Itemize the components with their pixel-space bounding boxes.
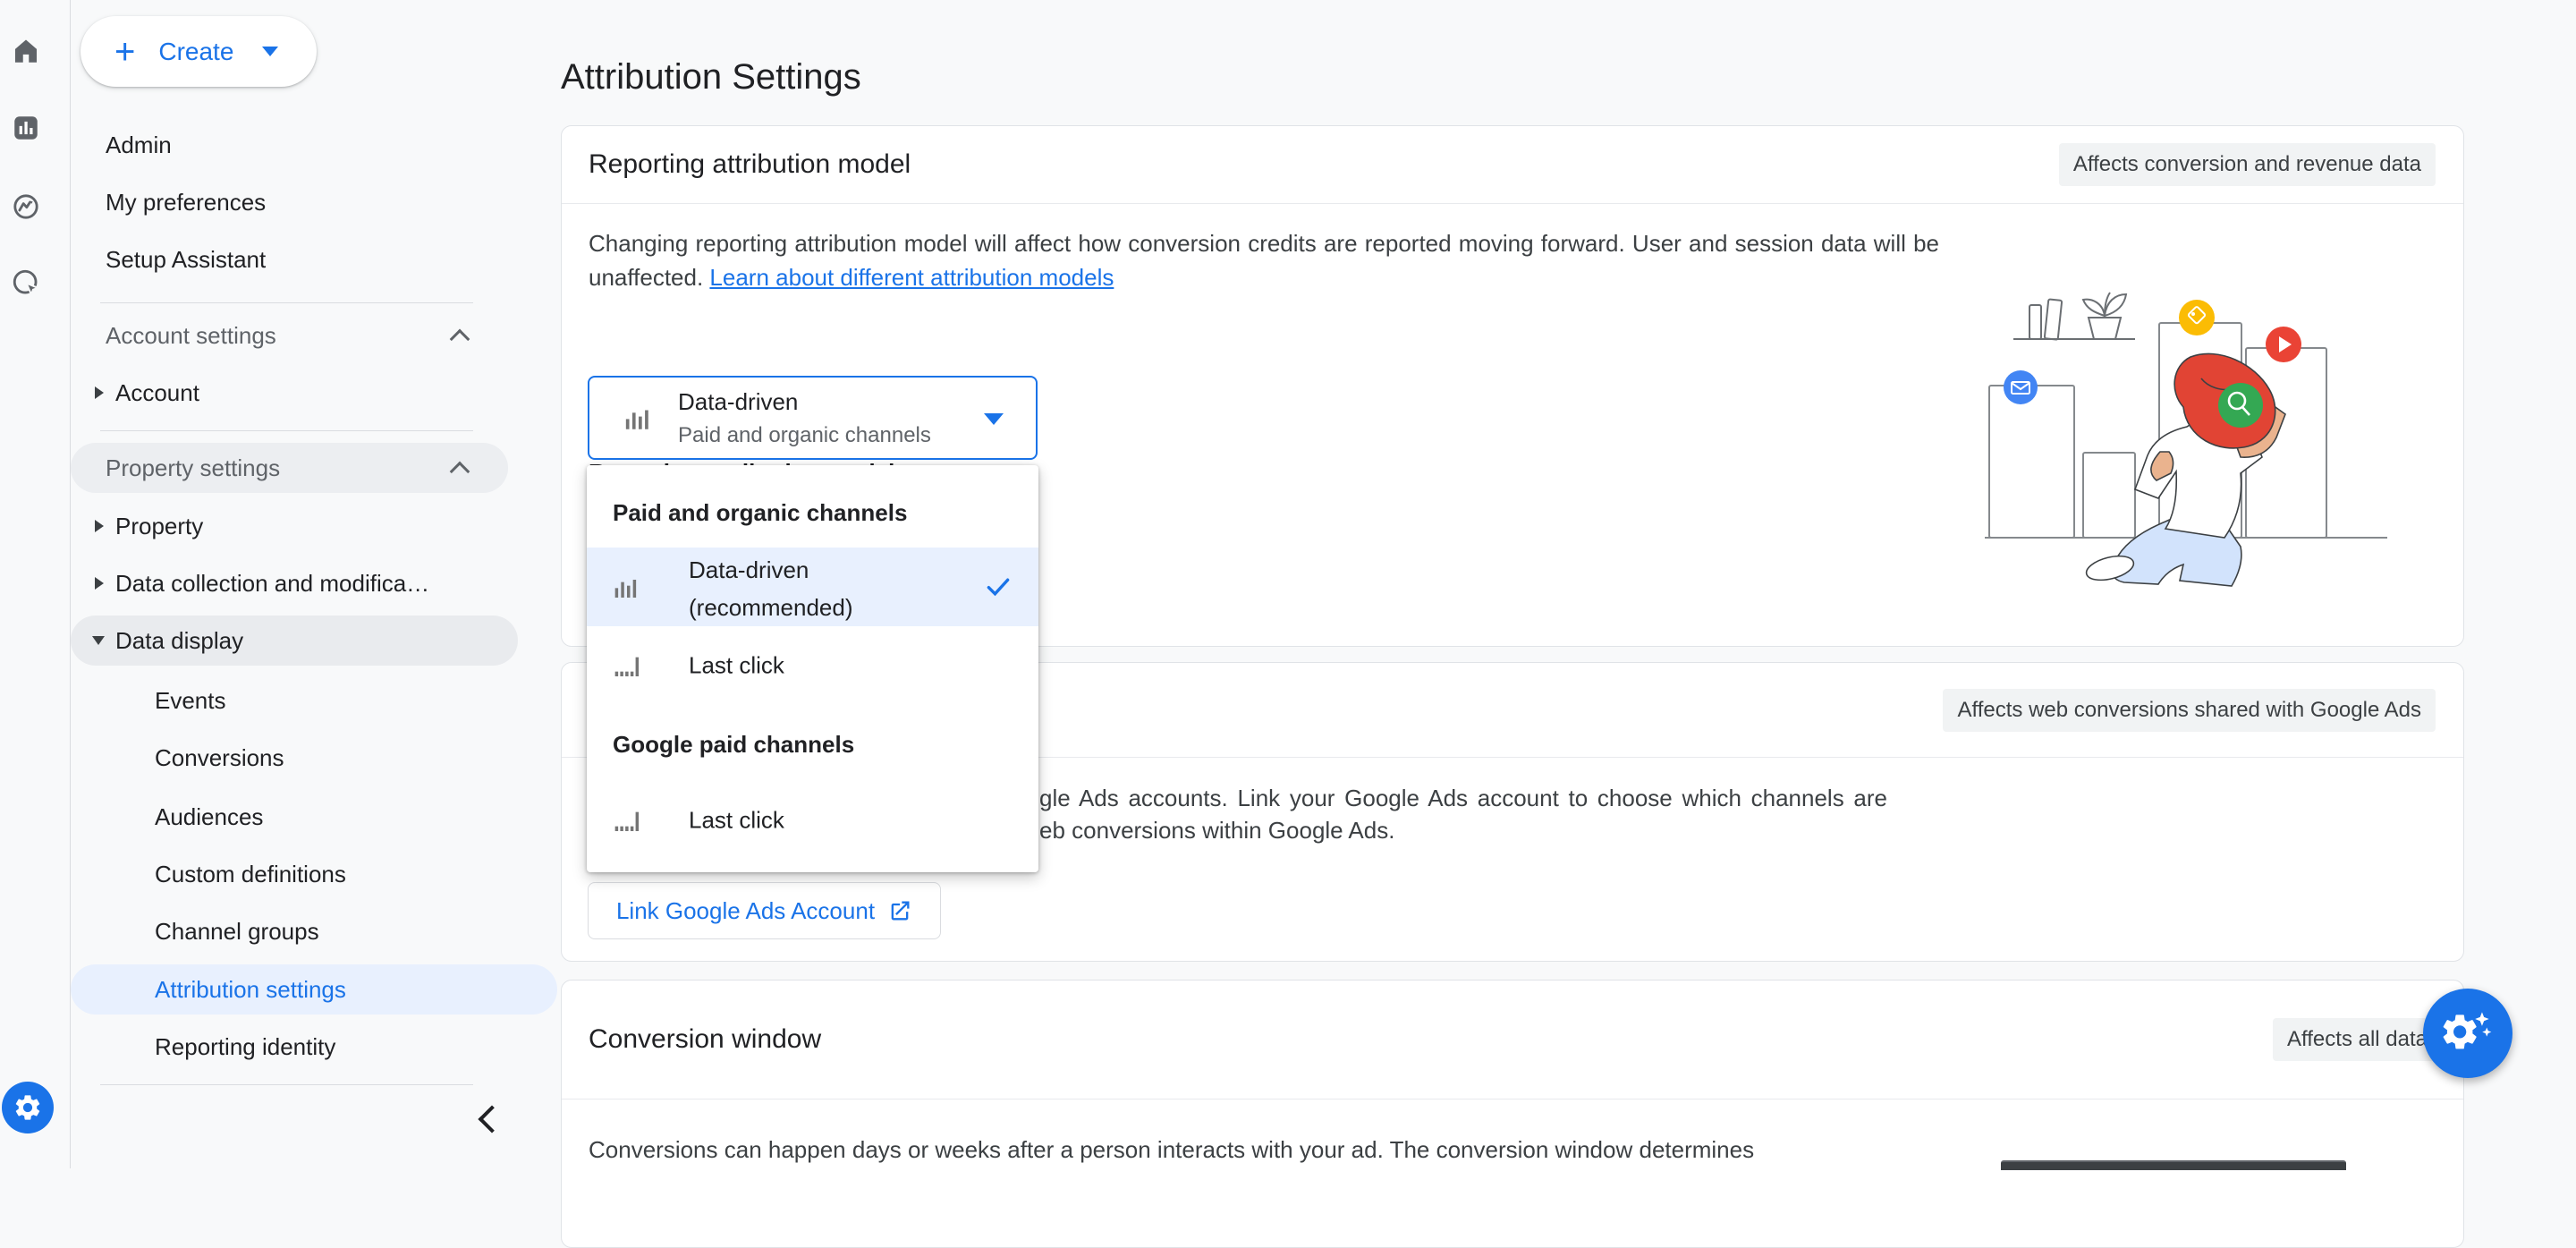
sidebar-section-account-settings[interactable]: Account settings [71,310,508,361]
status-badge: Affects conversion and revenue data [2059,143,2436,186]
chevron-up-icon [450,329,470,350]
status-badge: Affects all data [2273,1018,2442,1061]
sidebar-item-reporting-identity[interactable]: Reporting identity [71,1022,557,1072]
home-icon[interactable] [11,36,41,66]
gear-sparkle-icon [2442,1007,2494,1059]
chevron-down-icon [262,47,278,56]
sidebar-item-attribution-settings[interactable]: Attribution settings [71,964,557,1015]
caret-right-icon [95,386,104,399]
last-click-bars-icon [613,651,641,680]
settings-gear-icon [13,1092,43,1123]
select-value-subtitle: Paid and organic channels [678,423,931,448]
admin-settings-active-button[interactable] [2,1082,54,1133]
sidebar-item-events[interactable]: Events [71,675,557,726]
link-google-ads-account-button[interactable]: Link Google Ads Account [588,882,941,939]
open-in-new-icon [887,898,912,923]
divider [100,1084,473,1085]
menu-item-last-click-paid-organic[interactable]: Last click [587,637,1038,694]
sidebar-item-channel-groups[interactable]: Channel groups [71,906,557,956]
card-title: Reporting attribution model [589,149,911,180]
card-description-visible-line-2: eb conversions within Google Ads. [1039,817,1394,845]
app-icon-rail [0,0,71,1168]
sidebar-item-setup-assistant[interactable]: Setup Assistant [71,234,508,284]
learn-about-attribution-models-link[interactable]: Learn about different attribution models [709,264,1114,291]
analytics-assistant-fab[interactable] [2423,989,2512,1078]
description-line-2: unaffected. Learn about different attrib… [589,260,1944,294]
caret-down-icon [92,636,105,645]
card-description: Conversions can happen days or weeks aft… [589,1133,1754,1167]
sidebar-item-account[interactable]: Account [71,368,518,418]
attribution-model-select[interactable]: Data-driven Paid and organic channels [588,376,1038,460]
create-button-label: Create [158,38,233,66]
plus-icon: + [114,34,135,70]
sidebar-item-custom-definitions[interactable]: Custom definitions [71,849,557,899]
explore-icon[interactable] [11,191,41,222]
divider [100,302,473,303]
sidebar-item-data-display[interactable]: Data display [71,616,518,666]
bar-chart-icon [623,403,654,433]
sidebar-item-conversions[interactable]: Conversions [71,733,557,783]
chevron-up-icon [450,462,470,482]
bar-chart-icon [613,573,641,601]
card-title: Conversion window [589,1024,821,1055]
page-title: Attribution Settings [561,57,861,98]
menu-group-label: Paid and organic channels [613,499,907,527]
status-badge: Affects web conversions shared with Goog… [1943,689,2436,732]
sidebar-section-property-settings[interactable]: Property settings [71,443,508,493]
conversion-window-card: Conversion window Affects all data Conve… [561,980,2464,1248]
menu-group-label: Google paid channels [613,731,854,759]
dropdown-caret-icon [984,413,1004,425]
attribution-illustration [1976,260,2414,596]
sidebar-item-audiences[interactable]: Audiences [71,792,557,842]
card-description-visible-line-1: gle Ads accounts. Link your Google Ads a… [1039,785,1887,812]
card-description: Changing reporting attribution model wil… [589,226,1944,294]
sidebar-item-data-collection[interactable]: Data collection and modifica… [71,558,518,608]
sidebar-item-property[interactable]: Property [71,501,518,551]
last-click-bars-icon [613,806,641,835]
sidebar-item-my-preferences[interactable]: My preferences [71,177,508,227]
ga4-admin-attribution-settings: { "colors":{"accent":"#1a73e8","selected… [0,0,2576,1168]
menu-item-data-driven[interactable]: Data-driven (recommended) [587,548,1038,626]
caret-right-icon [95,520,104,532]
tooltip-edge [2001,1160,2346,1170]
create-button[interactable]: + Create [80,16,317,87]
reports-icon[interactable] [11,113,41,143]
sidebar-item-admin[interactable]: Admin [71,120,508,170]
card-header: Conversion window Affects all data [562,981,2463,1099]
description-line-1: Changing reporting attribution model wil… [589,226,1939,260]
card-header: Reporting attribution model Affects conv… [562,126,2463,204]
divider [100,430,473,431]
menu-item-last-click-google-paid[interactable]: Last click [587,792,1038,849]
attribution-model-dropdown-menu: Paid and organic channels Data-driven (r… [587,465,1038,872]
admin-sidebar: + Create Admin My preferences Setup Assi… [71,0,483,1168]
check-icon [983,572,1013,602]
select-value: Data-driven [678,388,798,416]
caret-right-icon [95,577,104,590]
advertising-icon[interactable] [11,267,41,298]
collapse-sidebar-chevron[interactable] [478,1105,505,1133]
